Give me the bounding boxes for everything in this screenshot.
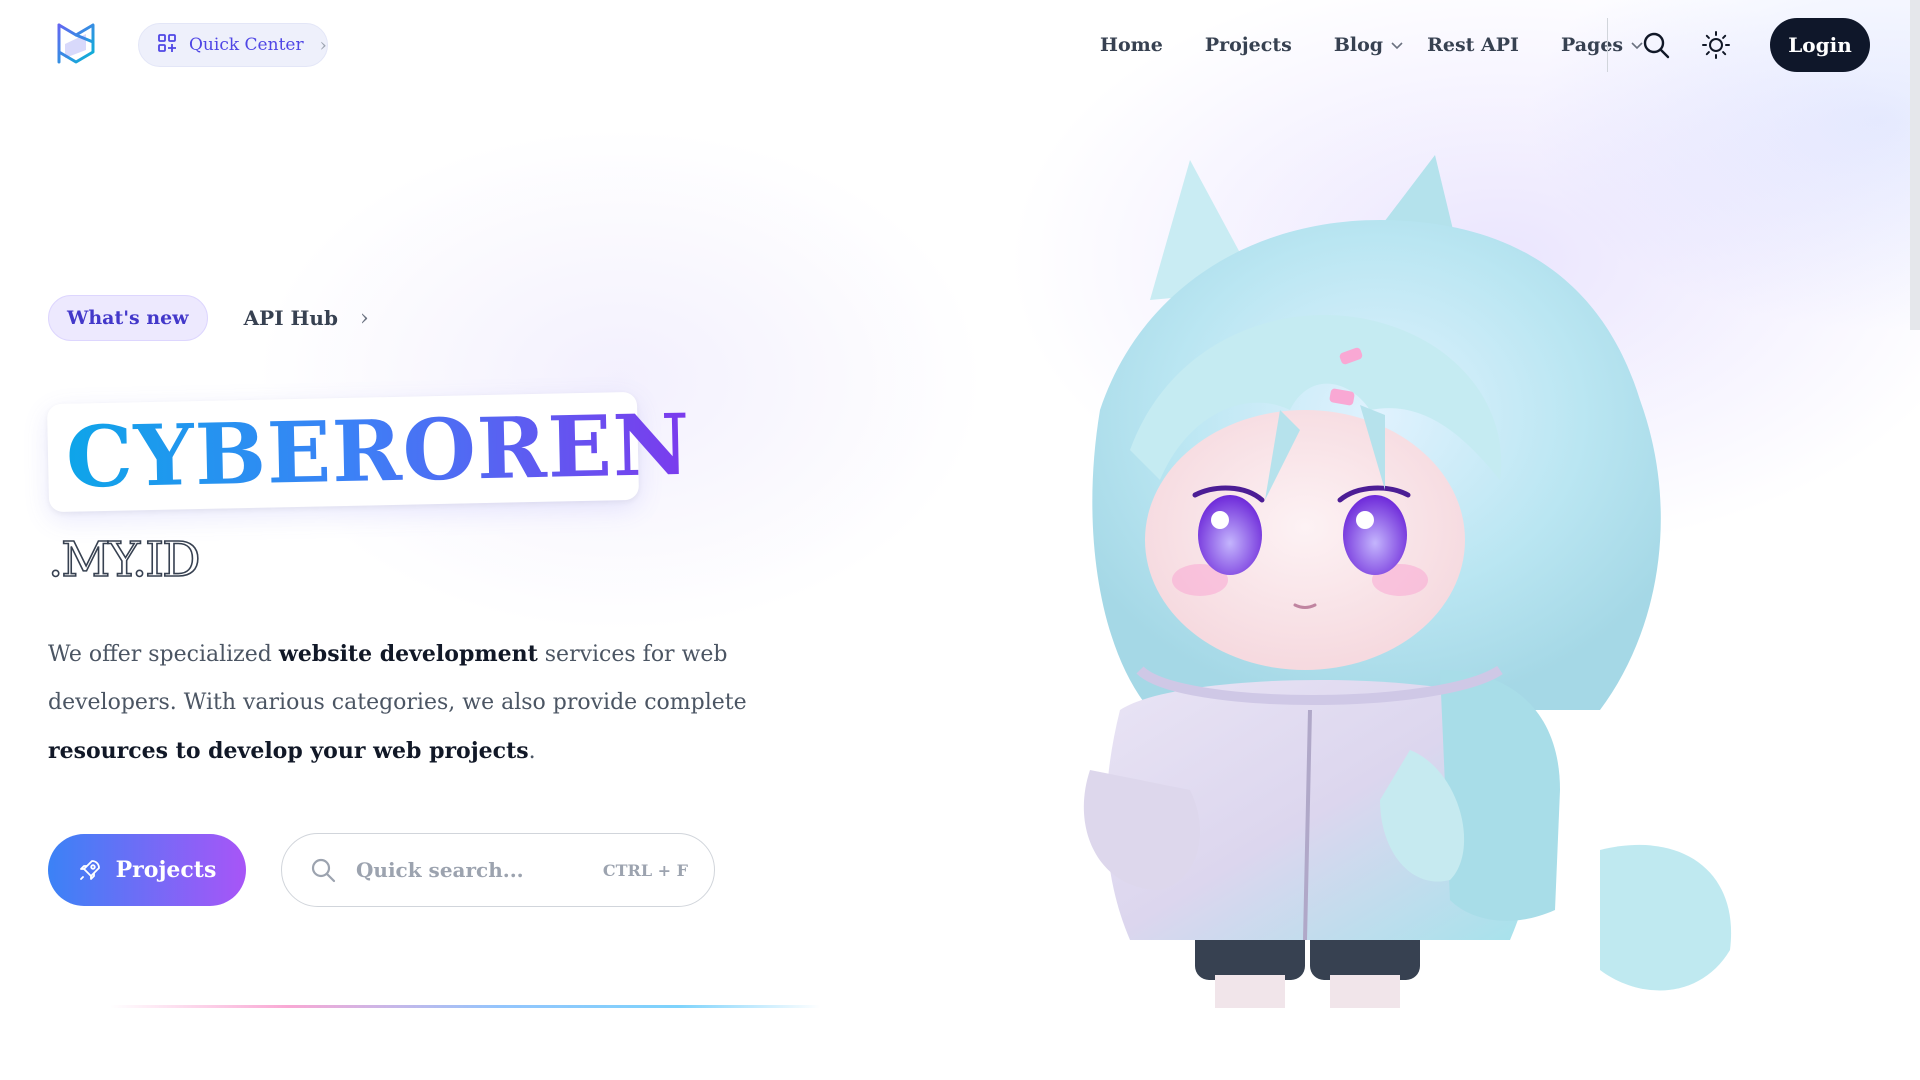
announcement-row: What's new API Hub ›: [48, 295, 369, 341]
grid-plus-icon: [157, 33, 177, 58]
projects-button-label: Projects: [115, 857, 217, 883]
rocket-icon: [79, 860, 100, 880]
quick-search-input[interactable]: Quick search... CTRL + F: [281, 833, 715, 907]
search-shortcut: CTRL + F: [602, 860, 688, 880]
nav-link-projects[interactable]: Projects: [1205, 28, 1292, 62]
desc-bold: website development: [278, 641, 538, 667]
whats-new-badge[interactable]: What's new: [48, 295, 208, 341]
nav-link-pages[interactable]: Pages: [1561, 28, 1643, 62]
search-icon: [311, 858, 336, 883]
brand-logo-icon[interactable]: [56, 22, 96, 66]
nav-link-blog[interactable]: Blog: [1334, 28, 1403, 62]
api-hub-link[interactable]: API Hub ›: [244, 306, 369, 331]
hero-description: We offer specialized website development…: [48, 630, 828, 776]
hero-character-illustration: [1040, 150, 1760, 1008]
brand-subtitle: .MY.ID: [47, 531, 201, 589]
nav-link-label: Rest API: [1427, 34, 1519, 56]
gradient-divider: [110, 1005, 820, 1008]
quick-center-label: Quick Center: [189, 35, 304, 55]
api-hub-label: API Hub: [243, 306, 338, 330]
nav-link-home[interactable]: Home: [1100, 28, 1163, 62]
chevron-right-icon: ›: [319, 34, 327, 56]
desc-bold: resources to develop your web projects: [48, 738, 529, 764]
brand-card: CYBEROREN: [46, 391, 691, 513]
nav-link-label: Blog: [1333, 34, 1384, 56]
main-nav: Home Projects Blog Rest API Pages: [1100, 28, 1643, 62]
top-navbar: Quick Center › Home Projects Blog Rest A…: [0, 0, 1920, 90]
brand-title: CYBEROREN: [65, 394, 692, 507]
nav-divider: [1607, 18, 1608, 72]
projects-button[interactable]: Projects: [48, 834, 246, 906]
nav-link-label: Projects: [1204, 34, 1292, 56]
chevron-right-icon: ›: [359, 305, 369, 331]
nav-link-rest-api[interactable]: Rest API: [1427, 28, 1519, 62]
quick-center-button[interactable]: Quick Center ›: [138, 23, 328, 67]
sun-icon[interactable]: [1701, 30, 1731, 60]
nav-link-label: Pages: [1560, 34, 1624, 56]
desc-text: We offer specialized: [48, 642, 279, 667]
login-button[interactable]: Login: [1770, 18, 1870, 72]
scrollbar-thumb[interactable]: [1910, 0, 1920, 330]
search-icon[interactable]: [1641, 30, 1671, 60]
desc-text: .: [528, 739, 536, 764]
nav-link-label: Home: [1100, 34, 1163, 56]
search-placeholder: Quick search...: [356, 858, 524, 882]
chevron-down-icon: [1391, 42, 1403, 50]
